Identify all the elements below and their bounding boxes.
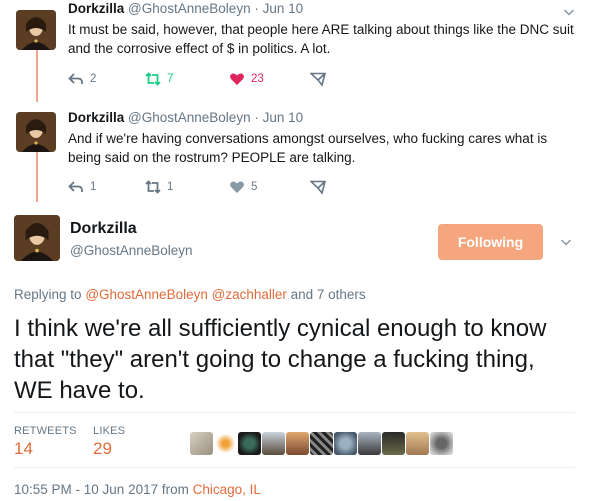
direct-message-button[interactable]	[310, 71, 326, 87]
reply-count: 2	[90, 73, 97, 85]
heart-icon	[229, 179, 245, 195]
avatar[interactable]	[16, 10, 56, 50]
liker-avatars	[190, 432, 453, 455]
tweet-header: Dorkzilla @GhostAnneBoleyn · Jun 10	[68, 0, 575, 18]
liker-avatar[interactable]	[406, 432, 429, 455]
retweets-label: RETWEETS	[14, 425, 77, 437]
following-button[interactable]: Following	[438, 224, 543, 260]
tweet-timestamp: 10:55 PM - 10 Jun 2017 from Chicago, IL	[14, 482, 261, 497]
tweet-actions: 2 7 23	[68, 69, 368, 89]
like-button[interactable]: 5	[229, 179, 257, 195]
author-handle[interactable]: @GhostAnneBoleyn	[128, 110, 251, 125]
liker-avatar[interactable]	[190, 432, 213, 455]
direct-message-button[interactable]	[310, 179, 326, 195]
divider	[14, 467, 575, 468]
replying-to: Replying to @GhostAnneBoleyn @zachhaller…	[14, 287, 366, 302]
tweet-date[interactable]: · Jun 10	[254, 1, 303, 16]
main-tweet-text: I think we're all sufficiently cynical e…	[14, 315, 547, 404]
divider	[14, 412, 575, 413]
liker-avatar[interactable]	[334, 432, 357, 455]
tweet-date[interactable]: · Jun 10	[254, 110, 303, 125]
chevron-down-icon[interactable]	[560, 236, 572, 248]
avatar[interactable]	[14, 215, 60, 261]
tweet-text: And if we're having conversations amongs…	[68, 131, 548, 165]
retweet-button[interactable]: 1	[145, 179, 173, 195]
direct-message-icon	[310, 179, 326, 195]
reply-icon	[68, 71, 84, 87]
location-link[interactable]: Chicago, IL	[193, 482, 261, 497]
likes-count: 29	[93, 439, 112, 458]
liker-avatar[interactable]	[286, 432, 309, 455]
like-button[interactable]: 23	[229, 71, 264, 87]
liker-avatar[interactable]	[358, 432, 381, 455]
tweet-text: It must be said, however, that people he…	[68, 22, 574, 56]
retweet-icon	[145, 179, 161, 195]
retweet-count: 1	[167, 181, 174, 193]
thread-line	[36, 50, 38, 102]
mention-link[interactable]: @GhostAnneBoleyn	[85, 287, 208, 302]
like-count: 23	[251, 73, 264, 85]
likes-label: LIKES	[93, 425, 126, 437]
reply-button[interactable]: 2	[68, 71, 96, 87]
chevron-down-icon[interactable]	[563, 5, 575, 17]
mention-link[interactable]: @zachhaller	[212, 287, 287, 302]
reply-icon	[68, 179, 84, 195]
avatar[interactable]	[16, 112, 56, 152]
retweets-stat[interactable]: RETWEETS 14	[14, 425, 77, 459]
liker-avatar[interactable]	[214, 432, 237, 455]
timestamp-text: 10:55 PM - 10 Jun 2017 from	[14, 482, 189, 497]
tweet-actions: 1 1 5	[68, 177, 368, 197]
retweet-count: 7	[167, 73, 174, 85]
thread-line	[36, 152, 38, 202]
retweets-count: 14	[14, 439, 33, 458]
liker-avatar[interactable]	[238, 432, 261, 455]
direct-message-icon	[310, 71, 326, 87]
replying-others[interactable]: and 7 others	[291, 287, 366, 302]
like-count: 5	[251, 181, 258, 193]
main-author-name[interactable]: Dorkzilla	[70, 220, 137, 238]
retweet-button[interactable]: 7	[145, 71, 173, 87]
author-name[interactable]: Dorkzilla	[68, 110, 124, 125]
replying-prefix: Replying to	[14, 287, 82, 302]
tweet: Dorkzilla @GhostAnneBoleyn · Jun 10 It m…	[68, 0, 575, 58]
main-author-handle[interactable]: @GhostAnneBoleyn	[70, 243, 193, 258]
heart-icon	[229, 71, 245, 87]
retweet-icon	[145, 71, 161, 87]
reply-button[interactable]: 1	[68, 179, 96, 195]
likes-stat[interactable]: LIKES 29	[93, 425, 125, 459]
reply-count: 1	[90, 181, 97, 193]
liker-avatar[interactable]	[382, 432, 405, 455]
author-name[interactable]: Dorkzilla	[68, 1, 124, 16]
tweet-header: Dorkzilla @GhostAnneBoleyn · Jun 10	[68, 109, 575, 127]
tweet: Dorkzilla @GhostAnneBoleyn · Jun 10 And …	[68, 109, 575, 167]
liker-avatar[interactable]	[262, 432, 285, 455]
liker-avatar[interactable]	[310, 432, 333, 455]
liker-avatar[interactable]	[430, 432, 453, 455]
author-handle[interactable]: @GhostAnneBoleyn	[128, 1, 251, 16]
